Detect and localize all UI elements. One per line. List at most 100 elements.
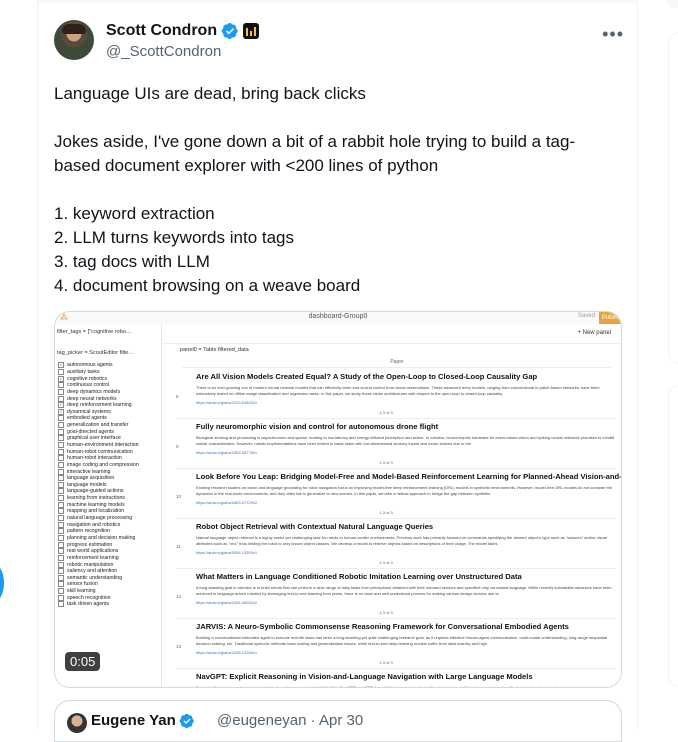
panel-expression: panel0 = Table filtered_data: [180, 347, 249, 353]
tag-item: human-robot interaction: [58, 455, 158, 462]
table-row: 10 Look Before You Leap: Bridging Model-F…: [176, 469, 621, 519]
checkbox-icon: [58, 368, 64, 375]
checkbox-icon: [58, 501, 64, 508]
checkbox-icon: [58, 528, 64, 535]
tag-label: generalization and transfer: [67, 422, 129, 429]
tweet-line: 2. LLM turns keywords into tags: [54, 228, 295, 247]
affiliate-badge-icon[interactable]: [243, 23, 260, 39]
checkbox-icon: [58, 488, 64, 495]
tweet-video[interactable]: ⁂ dashboard-Group0 Saved Publis filter_t…: [54, 311, 622, 688]
row-pager: 1-3 of 3: [379, 610, 393, 615]
quoted-meta: @eugeneyan · Apr 30: [217, 712, 364, 729]
panel-toolbar: + New panel: [162, 324, 621, 344]
checkbox-icon: [58, 534, 64, 541]
verified-badge-icon: [179, 713, 194, 728]
tag-item: language-guided actions: [58, 488, 158, 495]
tweet-header: Scott Condron @_ScottCondron •••: [54, 16, 624, 64]
tweet-line: 3. tag docs with LLM: [54, 252, 210, 271]
tag-label: dynamical systems: [67, 408, 111, 415]
row-number: 13: [176, 644, 182, 649]
author-name-row: Scott Condron: [106, 20, 260, 42]
row-number: 9: [176, 444, 179, 449]
tag-label: deep dynamics models: [67, 388, 121, 395]
table-row: 9 Fully neuromorphic vision and control f…: [176, 419, 616, 469]
table-row: 8 Are All Vision Models Created Equal? A …: [176, 369, 616, 419]
tag-label: task driven agents: [67, 601, 110, 608]
checkbox-icon: [58, 481, 64, 488]
checkbox-icon: ✓: [58, 402, 64, 409]
tag-label: goal-directed agents: [67, 428, 115, 435]
tag-item: semantic understanding: [58, 574, 158, 582]
tag-checklist: ✓ autonomous agents auxiliary tasks ✓ cognit…: [58, 362, 158, 608]
quoted-author-name: Eugene Yan: [91, 712, 176, 729]
tag-item: natural language processing: [58, 515, 158, 522]
checkbox-icon: [58, 435, 64, 442]
column-header: Paper: [182, 359, 612, 368]
author-name[interactable]: Scott Condron: [106, 22, 217, 40]
tag-label: natural language processing: [67, 515, 133, 522]
row-number: 10: [176, 494, 182, 499]
tag-item: human-robot communication: [58, 448, 158, 455]
tag-label: deep reinforcement learning: [67, 402, 132, 409]
tag-item: ✓ dynamical systems: [58, 408, 158, 415]
tag-label: saliency and attention: [67, 568, 118, 575]
paper-title: Are All Vision Models Created Equal? A S…: [196, 372, 538, 381]
paper-abstract: Trained with an unprecedented scale of d…: [196, 685, 557, 688]
variables-pane: filter_tags = ["cognitive robo… tag_pick…: [55, 324, 162, 687]
paper-link: https://arxiv.org/abs/2210.04303v1: [196, 400, 258, 405]
video-timestamp: 0:05: [65, 652, 101, 671]
checkbox-icon: [58, 561, 64, 568]
tag-label: real world applications: [67, 548, 119, 555]
tag-item: navigation and robotics: [58, 521, 158, 528]
tag-item: continuous control: [58, 382, 158, 389]
table-row: 13 JARVIS: A Neuro-Symbolic Commonsense R…: [176, 619, 616, 669]
paper-abstract: A long-standing goal in robotics is to b…: [196, 585, 612, 596]
checkbox-icon: [58, 448, 64, 455]
tweet-line: 4. document browsing on a weave board: [54, 276, 361, 295]
compose-button[interactable]: [0, 565, 4, 601]
tag-item: speech recognition: [58, 594, 158, 601]
row-pager: 1-3 of 3: [379, 510, 393, 515]
paper-link: https://arxiv.org/abs/2208.13266v1: [196, 650, 258, 655]
checkbox-icon: [58, 588, 64, 595]
tag-picker-var: tag_picker = ScoutEditor filte…: [57, 350, 134, 356]
author-handle[interactable]: @_ScottCondron: [106, 43, 221, 60]
row-number: 8: [176, 394, 179, 399]
tag-item: goal-directed agents: [58, 428, 158, 435]
paper-abstract: There is an ever-growing zoo of modern n…: [196, 385, 600, 396]
avatar[interactable]: [54, 20, 94, 60]
tag-label: continuous control: [67, 382, 110, 389]
row-pager: 1-3 of 3: [379, 410, 393, 415]
tag-label: language acquisition: [67, 475, 115, 482]
checkbox-icon: [58, 568, 64, 575]
tweet-line: Jokes aside, I've gone down a bit of a r…: [54, 132, 576, 175]
tag-label: language-guided actions: [67, 488, 124, 495]
paper-title: What Matters in Language Conditioned Rob…: [196, 572, 522, 581]
paper-abstract: Biological sensing and processing is asy…: [196, 435, 614, 446]
filter-tags-var: filter_tags = ["cognitive robo…: [57, 329, 132, 335]
tag-item: language models: [58, 481, 158, 489]
checkbox-icon: [58, 455, 64, 462]
checkbox-icon: [58, 541, 64, 548]
tag-item: image coding and compression: [58, 461, 158, 469]
tag-item: deep neural networks: [58, 395, 158, 402]
tag-label: robotic manipulation: [67, 561, 114, 568]
verified-badge-icon[interactable]: [221, 22, 239, 40]
tag-label: graphical user interface: [67, 435, 121, 442]
more-options-icon[interactable]: •••: [602, 24, 624, 45]
table-row: 12 What Matters in Language Conditioned R…: [176, 569, 616, 619]
quoted-tweet[interactable]: Eugene Yan @eugeneyan · Apr 30: [54, 700, 622, 742]
tag-label: sensor fusion: [67, 581, 98, 588]
tag-item: deep dynamics models: [58, 388, 158, 396]
paper-abstract: Existing research studies on vision and …: [196, 485, 613, 496]
publish-button: Publis: [599, 312, 621, 324]
tag-item: saliency and attention: [58, 568, 158, 575]
tweet-column: Scott Condron @_ScottCondron ••• Languag…: [37, 0, 638, 742]
tag-label: progress estimation: [67, 541, 113, 548]
tag-item: human-environment interaction: [58, 442, 158, 449]
paper-title: Fully neuromorphic vision and control fo…: [196, 422, 439, 431]
tag-item: planning and decision making: [58, 534, 158, 542]
checkbox-icon: [58, 581, 64, 588]
tag-label: skill learning: [67, 588, 96, 595]
